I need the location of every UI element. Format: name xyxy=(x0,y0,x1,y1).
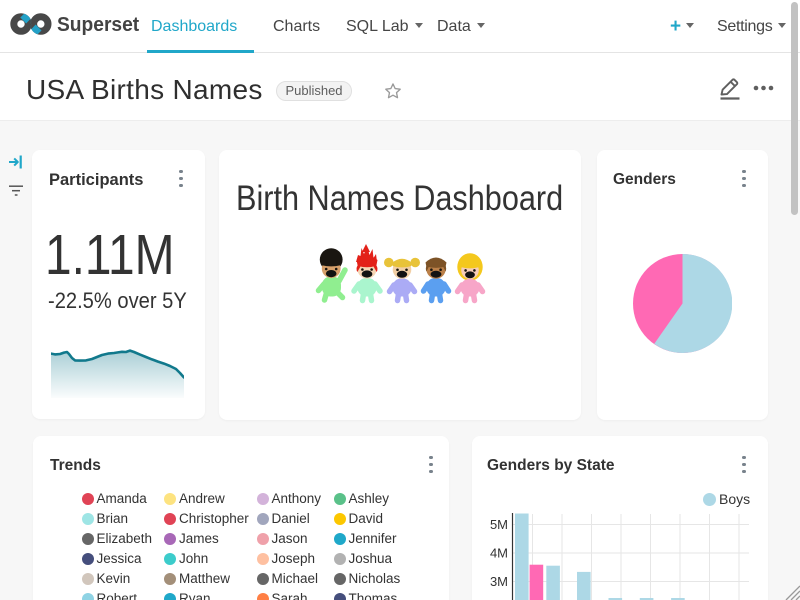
svg-text:4M: 4M xyxy=(490,546,508,561)
svg-text:3M: 3M xyxy=(490,574,508,589)
svg-text:5M: 5M xyxy=(490,517,508,532)
